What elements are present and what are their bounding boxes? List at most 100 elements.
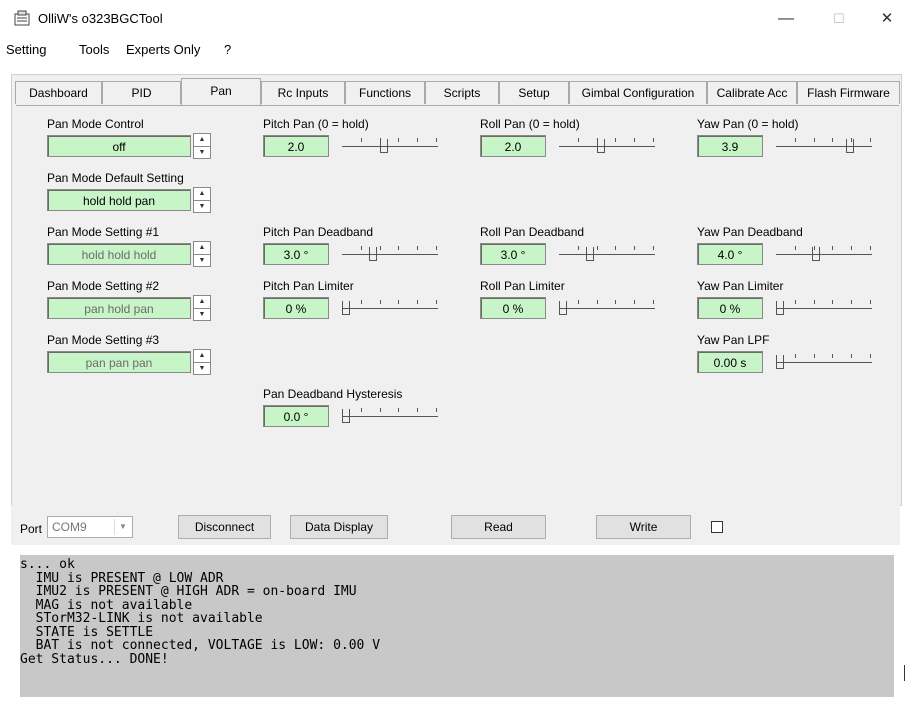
slider-track xyxy=(342,254,438,255)
slider-thumb[interactable] xyxy=(559,301,567,315)
slider-thumb[interactable] xyxy=(342,409,350,423)
slider-tick xyxy=(634,138,635,142)
spin-up-icon[interactable]: ▲ xyxy=(194,134,210,147)
slider-tick xyxy=(851,246,852,250)
yaw-pan-lpf-value[interactable]: 0.00 s xyxy=(697,351,763,373)
spin-up-icon[interactable]: ▲ xyxy=(194,242,210,255)
yaw-pan-lpf-slider[interactable] xyxy=(776,351,872,373)
yaw-pan-limiter-slider[interactable] xyxy=(776,297,872,319)
maximize-button[interactable]: ☐ xyxy=(816,6,862,32)
log-scroll-indicator[interactable] xyxy=(904,665,905,681)
pan-mode-setting3-field[interactable]: pan pan pan xyxy=(47,351,191,373)
slider-thumb[interactable] xyxy=(812,247,820,261)
slider-thumb[interactable] xyxy=(380,139,388,153)
port-select[interactable]: COM9 ▼ xyxy=(47,516,133,538)
pan-deadband-hysteresis-slider[interactable] xyxy=(342,405,438,427)
slider-thumb[interactable] xyxy=(776,301,784,315)
roll-pan-deadband-value[interactable]: 3.0 ° xyxy=(480,243,546,265)
spin-down-icon[interactable]: ▼ xyxy=(194,363,210,375)
pan-mode-setting3-spinner[interactable]: ▲ ▼ xyxy=(193,349,211,375)
pan-mode-control-field[interactable]: off xyxy=(47,135,191,157)
slider-tick xyxy=(832,138,833,142)
spin-up-icon[interactable]: ▲ xyxy=(194,296,210,309)
slider-tick xyxy=(615,246,616,250)
slider-thumb[interactable] xyxy=(846,139,854,153)
minimize-button[interactable]: — xyxy=(763,6,809,32)
roll-pan-limiter-slider[interactable] xyxy=(559,297,655,319)
spin-up-icon[interactable]: ▲ xyxy=(194,188,210,201)
slider-tick xyxy=(361,300,362,304)
pan-mode-setting2-spinner[interactable]: ▲ ▼ xyxy=(193,295,211,321)
write-checkbox[interactable] xyxy=(711,521,723,533)
yaw-pan-label: Yaw Pan (0 = hold) xyxy=(697,117,799,131)
pitch-pan-limiter-value[interactable]: 0 % xyxy=(263,297,329,319)
tab-gimbal-configuration[interactable]: Gimbal Configuration xyxy=(569,81,707,104)
slider-track xyxy=(776,308,872,309)
menu-setting[interactable]: Setting xyxy=(6,42,46,57)
pan-deadband-hysteresis-value[interactable]: 0.0 ° xyxy=(263,405,329,427)
slider-tick xyxy=(398,300,399,304)
pitch-pan-deadband-value[interactable]: 3.0 ° xyxy=(263,243,329,265)
yaw-pan-slider[interactable] xyxy=(776,135,872,157)
roll-pan-limiter-value[interactable]: 0 % xyxy=(480,297,546,319)
slider-tick xyxy=(417,138,418,142)
pan-mode-control-label: Pan Mode Control xyxy=(47,117,144,131)
tab-calibrate-acc[interactable]: Calibrate Acc xyxy=(707,81,797,104)
spin-down-icon[interactable]: ▼ xyxy=(194,255,210,267)
disconnect-button[interactable]: Disconnect xyxy=(178,515,271,539)
pan-mode-setting1-spinner[interactable]: ▲ ▼ xyxy=(193,241,211,267)
slider-thumb[interactable] xyxy=(369,247,377,261)
app-icon xyxy=(14,10,30,26)
menu-experts-only[interactable]: Experts Only xyxy=(126,42,200,57)
pitch-pan-value[interactable]: 2.0 xyxy=(263,135,329,157)
yaw-pan-limiter-value[interactable]: 0 % xyxy=(697,297,763,319)
pan-mode-default-label: Pan Mode Default Setting xyxy=(47,171,184,185)
slider-tick xyxy=(436,300,437,304)
yaw-pan-deadband-value[interactable]: 4.0 ° xyxy=(697,243,763,265)
status-log: s... ok IMU is PRESENT @ LOW ADR IMU2 is… xyxy=(20,555,894,697)
read-button[interactable]: Read xyxy=(451,515,546,539)
write-button[interactable]: Write xyxy=(596,515,691,539)
pitch-pan-deadband-slider[interactable] xyxy=(342,243,438,265)
close-button[interactable]: ✕ xyxy=(864,6,910,32)
tab-setup[interactable]: Setup xyxy=(499,81,569,104)
slider-tick xyxy=(795,354,796,358)
tab-dashboard[interactable]: Dashboard xyxy=(15,81,102,104)
slider-thumb[interactable] xyxy=(776,355,784,369)
tab-pid[interactable]: PID xyxy=(102,81,181,104)
slider-track xyxy=(342,146,438,147)
slider-tick xyxy=(597,246,598,250)
pan-mode-setting2-field[interactable]: pan hold pan xyxy=(47,297,191,319)
spin-down-icon[interactable]: ▼ xyxy=(194,201,210,213)
pitch-pan-limiter-slider[interactable] xyxy=(342,297,438,319)
slider-thumb[interactable] xyxy=(597,139,605,153)
pan-mode-default-field[interactable]: hold hold pan xyxy=(47,189,191,211)
pan-mode-default-spinner[interactable]: ▲ ▼ xyxy=(193,187,211,213)
yaw-pan-deadband-slider[interactable] xyxy=(776,243,872,265)
slider-tick xyxy=(436,246,437,250)
slider-thumb[interactable] xyxy=(586,247,594,261)
tab-functions[interactable]: Functions xyxy=(345,81,425,104)
spin-down-icon[interactable]: ▼ xyxy=(194,309,210,321)
tab-scripts[interactable]: Scripts xyxy=(425,81,499,104)
spin-down-icon[interactable]: ▼ xyxy=(194,147,210,159)
roll-pan-slider[interactable] xyxy=(559,135,655,157)
slider-tick xyxy=(653,138,654,142)
roll-pan-deadband-label: Roll Pan Deadband xyxy=(480,225,585,239)
pan-mode-setting1-field[interactable]: hold hold hold xyxy=(47,243,191,265)
yaw-pan-value[interactable]: 3.9 xyxy=(697,135,763,157)
tab-pan[interactable]: Pan xyxy=(181,78,261,105)
data-display-button[interactable]: Data Display xyxy=(290,515,388,539)
tab-flash-firmware[interactable]: Flash Firmware xyxy=(797,81,900,104)
tab-rc-inputs[interactable]: Rc Inputs xyxy=(261,81,345,104)
menu-help[interactable]: ? xyxy=(224,42,231,57)
pitch-pan-slider[interactable] xyxy=(342,135,438,157)
roll-pan-deadband-slider[interactable] xyxy=(559,243,655,265)
spin-up-icon[interactable]: ▲ xyxy=(194,350,210,363)
slider-thumb[interactable] xyxy=(342,301,350,315)
pan-mode-control-spinner[interactable]: ▲ ▼ xyxy=(193,133,211,159)
roll-pan-value[interactable]: 2.0 xyxy=(480,135,546,157)
chevron-down-icon[interactable]: ▼ xyxy=(114,519,131,535)
pitch-pan-label: Pitch Pan (0 = hold) xyxy=(263,117,369,131)
menu-tools[interactable]: Tools xyxy=(79,42,109,57)
